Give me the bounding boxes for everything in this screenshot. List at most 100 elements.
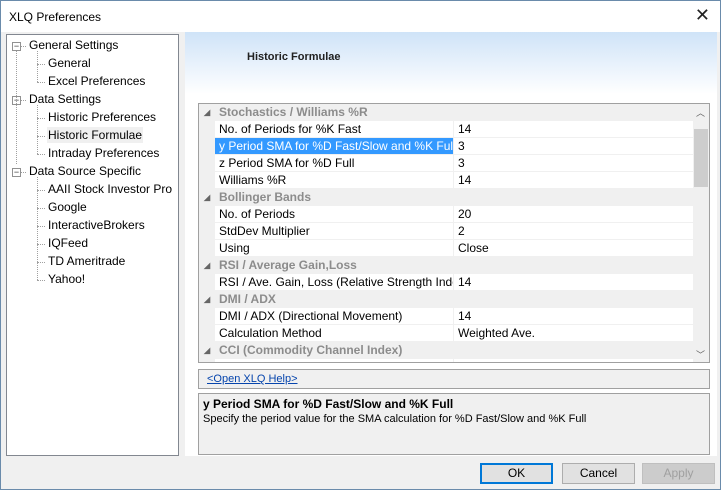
property-label[interactable]: No. of Periods for %K Fast	[215, 121, 453, 137]
tree-item[interactable]: TD Ameritrade	[47, 253, 126, 269]
property-row[interactable]: Using Close	[199, 240, 693, 257]
tree-item[interactable]: Data Source Specific	[28, 163, 142, 179]
property-value[interactable]: 3	[454, 138, 693, 154]
tree-connector	[37, 105, 38, 154]
property-row[interactable]: CCI20	[199, 359, 693, 362]
category-header[interactable]: ◢ CCI (Commodity Channel Index)	[199, 342, 693, 359]
property-row[interactable]: y Period SMA for %D Fast/Slow and %K Ful…	[199, 138, 693, 155]
collapse-triangle-icon[interactable]: ◢	[204, 104, 210, 121]
tree-item[interactable]: Data Settings	[28, 91, 102, 107]
property-label[interactable]: StdDev Multiplier	[215, 223, 453, 239]
property-label[interactable]: CCI	[215, 359, 453, 362]
tree-item[interactable]: Intraday Preferences	[47, 145, 160, 161]
tree-connector	[37, 244, 45, 245]
property-value[interactable]: 20	[454, 206, 693, 222]
tree-connector	[21, 172, 26, 173]
open-help-link[interactable]: <Open XLQ Help>	[207, 373, 298, 385]
tree-item[interactable]: General	[47, 55, 92, 71]
property-row[interactable]: DMI / ADX (Directional Movement) 14	[199, 308, 693, 325]
category-label: RSI / Average Gain,Loss	[219, 258, 357, 272]
collapse-triangle-icon[interactable]: ◢	[204, 291, 210, 308]
tree-item[interactable]: Excel Preferences	[47, 73, 146, 89]
category-header[interactable]: ◢ RSI / Average Gain,Loss	[199, 257, 693, 274]
tree-item[interactable]: General Settings	[28, 37, 119, 53]
tree-connector	[37, 136, 45, 137]
property-row[interactable]: Calculation Method Weighted Ave.	[199, 325, 693, 342]
property-value[interactable]: 14	[454, 172, 693, 188]
property-row[interactable]: No. of Periods for %K Fast 14	[199, 121, 693, 138]
tree-connector	[37, 51, 38, 82]
tree-item[interactable]: Historic Formulae	[47, 127, 144, 143]
tree-item[interactable]: InteractiveBrokers	[47, 217, 146, 233]
property-value[interactable]: Weighted Ave.	[454, 325, 693, 341]
category-header[interactable]: ◢ DMI / ADX	[199, 291, 693, 308]
collapse-icon[interactable]: −	[12, 168, 21, 177]
tree-item[interactable]: Historic Preferences	[47, 109, 157, 125]
cancel-button[interactable]: Cancel	[562, 463, 635, 484]
category-header[interactable]: ◢ Bollinger Bands	[199, 189, 693, 206]
property-label[interactable]: RSI / Ave. Gain, Loss (Relative Strength…	[215, 274, 453, 290]
category-label: Bollinger Bands	[219, 190, 312, 204]
property-label[interactable]: Using	[215, 240, 453, 256]
property-label[interactable]: z Period SMA for %D Full	[215, 155, 453, 171]
property-row[interactable]: z Period SMA for %D Full 3	[199, 155, 693, 172]
collapse-triangle-icon[interactable]: ◢	[204, 189, 210, 206]
title-bar: XLQ Preferences ✕	[1, 1, 720, 32]
tree-connector	[37, 262, 45, 263]
property-label[interactable]: y Period SMA for %D Fast/Slow and %K Ful…	[215, 138, 453, 154]
tree-connector	[37, 280, 45, 281]
tree-item[interactable]: Yahoo!	[47, 271, 86, 287]
tree-connector	[37, 177, 38, 280]
page-title: Historic Formulae	[247, 51, 341, 63]
description-title: y Period SMA for %D Fast/Slow and %K Ful…	[203, 397, 454, 411]
tree-connector	[37, 208, 45, 209]
page-header: Historic Formulae	[185, 32, 717, 94]
collapse-triangle-icon[interactable]: ◢	[204, 257, 210, 274]
help-panel: <Open XLQ Help>	[198, 369, 710, 389]
property-value[interactable]: 3	[454, 155, 693, 171]
window-title: XLQ Preferences	[9, 10, 102, 24]
scroll-down-icon[interactable]: ﹀	[696, 348, 705, 361]
category-label: CCI (Commodity Channel Index)	[219, 343, 403, 357]
tree-connector	[37, 64, 45, 65]
property-value[interactable]: 14	[454, 274, 693, 290]
tree-connector	[21, 100, 26, 101]
tree-connector	[37, 154, 45, 155]
tree-item[interactable]: Google	[47, 199, 88, 215]
tree-connector	[21, 46, 26, 47]
collapse-icon[interactable]: −	[12, 42, 21, 51]
category-header[interactable]: ◢ Stochastics / Williams %R	[199, 104, 693, 121]
close-icon[interactable]: ✕	[695, 5, 710, 26]
property-grid[interactable]: CCI20◢CCI (Commodity Channel Index)Calcu…	[198, 103, 710, 363]
ok-button[interactable]: OK	[480, 463, 553, 484]
property-value[interactable]: 14	[454, 308, 693, 324]
property-label[interactable]: Williams %R	[215, 172, 453, 188]
apply-button[interactable]: Apply	[642, 463, 715, 484]
tree-connector	[16, 51, 17, 164]
tree-connector	[37, 82, 45, 83]
settings-tree[interactable]: General Settings − General Excel Preference…	[6, 34, 179, 456]
description-text: Specify the period value for the SMA cal…	[203, 413, 587, 425]
scrollbar[interactable]: ︿ ﹀	[693, 104, 709, 362]
tree-connector	[37, 118, 45, 119]
property-value[interactable]: Close	[454, 240, 693, 256]
property-row[interactable]: Williams %R 14	[199, 172, 693, 189]
property-label[interactable]: DMI / ADX (Directional Movement)	[215, 308, 453, 324]
property-label[interactable]: Calculation Method	[215, 325, 453, 341]
property-label[interactable]: No. of Periods	[215, 206, 453, 222]
property-value[interactable]: 14	[454, 121, 693, 137]
collapse-triangle-icon[interactable]: ◢	[204, 342, 210, 359]
tree-connector	[37, 190, 45, 191]
property-row[interactable]: StdDev Multiplier 2	[199, 223, 693, 240]
property-value[interactable]: 20	[454, 359, 693, 362]
tree-item[interactable]: AAII Stock Investor Pro	[47, 181, 173, 197]
description-panel: y Period SMA for %D Fast/Slow and %K Ful…	[198, 393, 710, 455]
tree-item[interactable]: IQFeed	[47, 235, 89, 251]
tree-connector	[37, 226, 45, 227]
property-value[interactable]: 2	[454, 223, 693, 239]
property-row[interactable]: RSI / Ave. Gain, Loss (Relative Strength…	[199, 274, 693, 291]
category-label: DMI / ADX	[219, 292, 276, 306]
scroll-up-icon[interactable]: ︿	[696, 106, 705, 119]
scroll-thumb[interactable]	[694, 129, 708, 187]
property-row[interactable]: No. of Periods 20	[199, 206, 693, 223]
